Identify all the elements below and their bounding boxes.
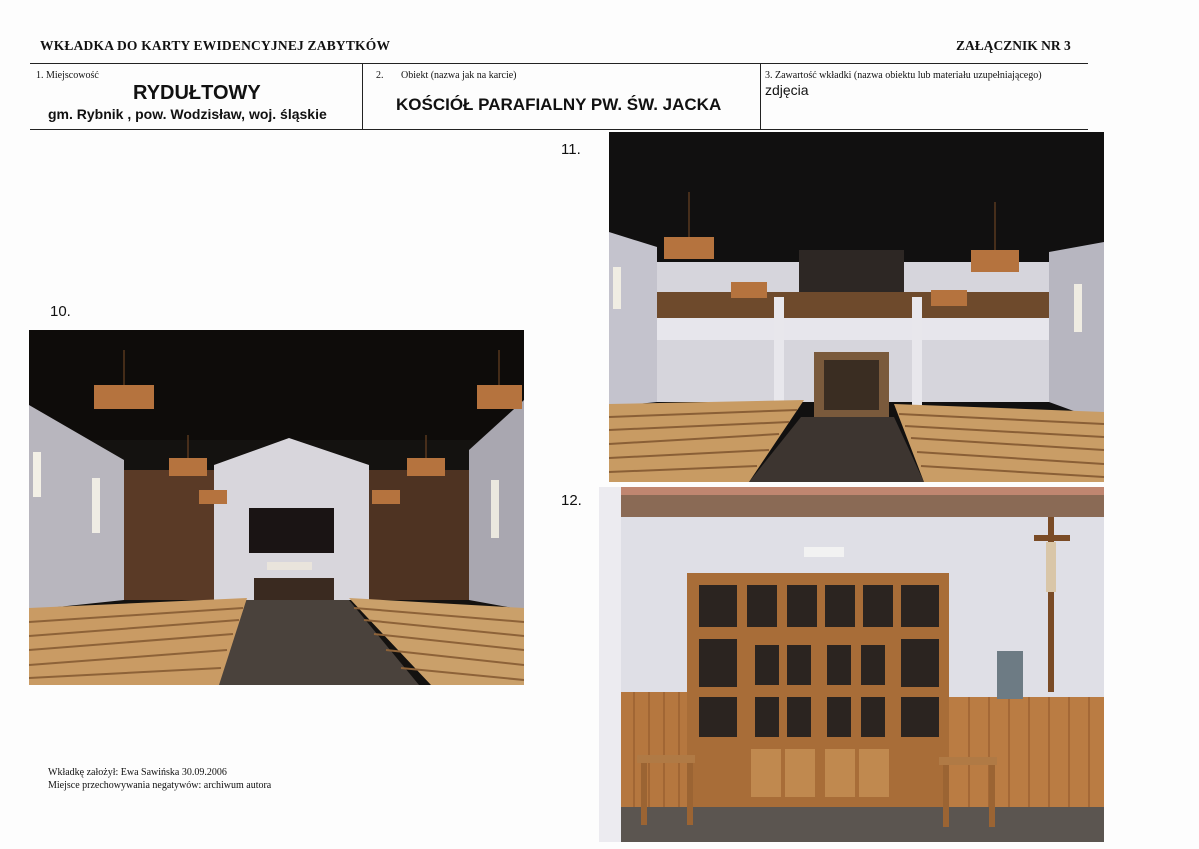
photo-11 — [609, 132, 1104, 482]
photo-10-number: 10. — [50, 303, 71, 320]
locality-value: RYDUŁTOWY — [133, 82, 261, 104]
object-value: KOŚCIÓŁ PARAFIALNY PW. ŚW. JACKA — [396, 95, 722, 114]
photo-12-number: 12. — [561, 492, 582, 509]
photo-12 — [599, 487, 1104, 842]
content-label: 3. Zawartość wkładki (nazwa obiektu lub … — [765, 70, 1042, 81]
document-title: WKŁADKA DO KARTY EWIDENCYJNEJ ZABYTKÓW — [40, 38, 391, 53]
object-label-number: 2. — [376, 70, 384, 81]
table-divider-2 — [760, 63, 761, 130]
attachment-label: ZAŁĄCZNIK NR 3 — [956, 38, 1071, 53]
table-bottom-border — [30, 129, 1088, 130]
photo-10 — [29, 330, 524, 685]
footer-negatives: Miejsce przechowywania negatywów: archiw… — [48, 780, 272, 791]
photo-10-image — [29, 330, 524, 685]
content-value: zdjęcia — [765, 82, 809, 98]
photo-12-image — [599, 487, 1104, 842]
locality-label: 1. Miejscowość — [36, 70, 99, 81]
table-divider-1 — [362, 63, 363, 130]
object-label: Obiekt (nazwa jak na karcie) — [401, 70, 517, 81]
table-top-border — [30, 63, 1088, 64]
footer-author: Wkładkę założył: Ewa Sawińska 30.09.2006 — [48, 767, 227, 778]
locality-sub: gm. Rybnik , pow. Wodzisław, woj. śląski… — [48, 106, 327, 122]
photo-11-number: 11. — [561, 141, 581, 158]
photo-11-image — [609, 132, 1104, 482]
